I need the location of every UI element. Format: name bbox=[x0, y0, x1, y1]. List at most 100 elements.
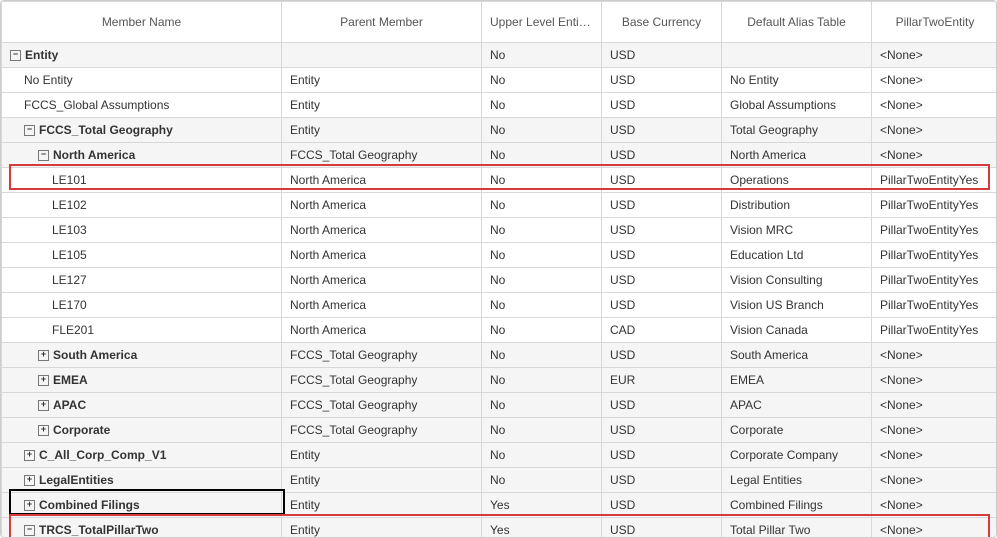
cell-member-name[interactable]: LE127 bbox=[2, 268, 282, 293]
cell-currency[interactable]: USD bbox=[602, 143, 722, 168]
cell-pillar[interactable]: <None> bbox=[872, 418, 997, 443]
table-row[interactable]: +Combined FilingsEntityYesUSDCombined Fi… bbox=[2, 493, 997, 518]
cell-pillar[interactable]: <None> bbox=[872, 118, 997, 143]
table-row[interactable]: −FCCS_Total GeographyEntityNoUSDTotal Ge… bbox=[2, 118, 997, 143]
cell-pillar[interactable]: <None> bbox=[872, 368, 997, 393]
cell-upper[interactable]: No bbox=[482, 318, 602, 343]
cell-currency[interactable]: USD bbox=[602, 493, 722, 518]
cell-member-name[interactable]: LE170 bbox=[2, 293, 282, 318]
table-row[interactable]: +EMEAFCCS_Total GeographyNoEUREMEA<None> bbox=[2, 368, 997, 393]
cell-alias[interactable]: Distribution bbox=[722, 193, 872, 218]
cell-member-name[interactable]: No Entity bbox=[2, 68, 282, 93]
table-row[interactable]: +APACFCCS_Total GeographyNoUSDAPAC<None> bbox=[2, 393, 997, 418]
cell-pillar[interactable]: PillarTwoEntityYes bbox=[872, 318, 997, 343]
cell-alias[interactable]: South America bbox=[722, 343, 872, 368]
cell-parent[interactable]: North America bbox=[282, 318, 482, 343]
cell-alias[interactable]: Vision US Branch bbox=[722, 293, 872, 318]
table-row[interactable]: LE105North AmericaNoUSDEducation LtdPill… bbox=[2, 243, 997, 268]
col-default-alias[interactable]: Default Alias Table bbox=[722, 2, 872, 43]
col-member-name[interactable]: Member Name bbox=[2, 2, 282, 43]
cell-currency[interactable]: USD bbox=[602, 468, 722, 493]
cell-upper[interactable]: No bbox=[482, 468, 602, 493]
cell-pillar[interactable]: PillarTwoEntityYes bbox=[872, 168, 997, 193]
cell-member-name[interactable]: −Entity bbox=[2, 43, 282, 68]
cell-parent[interactable]: North America bbox=[282, 218, 482, 243]
cell-alias[interactable]: Combined Filings bbox=[722, 493, 872, 518]
cell-upper[interactable]: No bbox=[482, 393, 602, 418]
table-row[interactable]: +CorporateFCCS_Total GeographyNoUSDCorpo… bbox=[2, 418, 997, 443]
cell-pillar[interactable]: PillarTwoEntityYes bbox=[872, 268, 997, 293]
collapse-icon[interactable]: − bbox=[10, 50, 21, 61]
cell-member-name[interactable]: FCCS_Global Assumptions bbox=[2, 93, 282, 118]
cell-pillar[interactable]: <None> bbox=[872, 493, 997, 518]
table-row[interactable]: +C_All_Corp_Comp_V1EntityNoUSDCorporate … bbox=[2, 443, 997, 468]
cell-currency[interactable]: USD bbox=[602, 93, 722, 118]
cell-alias[interactable]: No Entity bbox=[722, 68, 872, 93]
col-parent-member[interactable]: Parent Member bbox=[282, 2, 482, 43]
cell-upper[interactable]: No bbox=[482, 293, 602, 318]
cell-member-name[interactable]: +LegalEntities bbox=[2, 468, 282, 493]
cell-alias[interactable]: EMEA bbox=[722, 368, 872, 393]
cell-alias[interactable]: Operations bbox=[722, 168, 872, 193]
cell-pillar[interactable]: PillarTwoEntityYes bbox=[872, 193, 997, 218]
cell-pillar[interactable]: <None> bbox=[872, 343, 997, 368]
cell-pillar[interactable]: <None> bbox=[872, 393, 997, 418]
cell-upper[interactable]: No bbox=[482, 368, 602, 393]
cell-alias[interactable]: Global Assumptions bbox=[722, 93, 872, 118]
cell-pillar[interactable]: PillarTwoEntityYes bbox=[872, 218, 997, 243]
cell-member-name[interactable]: +South America bbox=[2, 343, 282, 368]
cell-member-name[interactable]: +Corporate bbox=[2, 418, 282, 443]
cell-currency[interactable]: USD bbox=[602, 393, 722, 418]
cell-alias[interactable]: Total Pillar Two bbox=[722, 518, 872, 538]
expand-icon[interactable]: + bbox=[24, 450, 35, 461]
cell-member-name[interactable]: +APAC bbox=[2, 393, 282, 418]
cell-parent[interactable]: North America bbox=[282, 193, 482, 218]
cell-pillar[interactable]: <None> bbox=[872, 68, 997, 93]
cell-member-name[interactable]: −FCCS_Total Geography bbox=[2, 118, 282, 143]
cell-currency[interactable]: USD bbox=[602, 268, 722, 293]
table-row[interactable]: −TRCS_TotalPillarTwoEntityYesUSDTotal Pi… bbox=[2, 518, 997, 538]
cell-member-name[interactable]: LE103 bbox=[2, 218, 282, 243]
cell-upper[interactable]: No bbox=[482, 93, 602, 118]
cell-alias[interactable]: Education Ltd bbox=[722, 243, 872, 268]
cell-upper[interactable]: No bbox=[482, 118, 602, 143]
expand-icon[interactable]: + bbox=[38, 425, 49, 436]
cell-alias[interactable]: Vision Consulting bbox=[722, 268, 872, 293]
cell-upper[interactable]: No bbox=[482, 168, 602, 193]
cell-member-name[interactable]: −TRCS_TotalPillarTwo bbox=[2, 518, 282, 538]
cell-parent[interactable]: FCCS_Total Geography bbox=[282, 393, 482, 418]
col-upper-level[interactable]: Upper Level Entity Input bbox=[482, 2, 602, 43]
cell-currency[interactable]: USD bbox=[602, 443, 722, 468]
expand-icon[interactable]: + bbox=[24, 500, 35, 511]
cell-member-name[interactable]: +EMEA bbox=[2, 368, 282, 393]
cell-currency[interactable]: EUR bbox=[602, 368, 722, 393]
cell-upper[interactable]: No bbox=[482, 268, 602, 293]
cell-alias[interactable]: Corporate Company bbox=[722, 443, 872, 468]
cell-currency[interactable]: USD bbox=[602, 418, 722, 443]
cell-currency[interactable]: USD bbox=[602, 168, 722, 193]
cell-pillar[interactable]: <None> bbox=[872, 93, 997, 118]
cell-parent[interactable]: Entity bbox=[282, 518, 482, 538]
cell-parent[interactable]: Entity bbox=[282, 93, 482, 118]
cell-parent[interactable]: North America bbox=[282, 168, 482, 193]
cell-parent[interactable]: Entity bbox=[282, 118, 482, 143]
cell-upper[interactable]: No bbox=[482, 418, 602, 443]
table-row[interactable]: +South AmericaFCCS_Total GeographyNoUSDS… bbox=[2, 343, 997, 368]
table-row[interactable]: FCCS_Global AssumptionsEntityNoUSDGlobal… bbox=[2, 93, 997, 118]
cell-parent[interactable]: North America bbox=[282, 243, 482, 268]
cell-member-name[interactable]: +C_All_Corp_Comp_V1 bbox=[2, 443, 282, 468]
col-base-currency[interactable]: Base Currency bbox=[602, 2, 722, 43]
cell-currency[interactable]: USD bbox=[602, 118, 722, 143]
table-row[interactable]: LE103North AmericaNoUSDVision MRCPillarT… bbox=[2, 218, 997, 243]
cell-parent[interactable]: Entity bbox=[282, 493, 482, 518]
cell-parent[interactable]: FCCS_Total Geography bbox=[282, 143, 482, 168]
cell-upper[interactable]: No bbox=[482, 193, 602, 218]
cell-currency[interactable]: USD bbox=[602, 43, 722, 68]
cell-pillar[interactable]: <None> bbox=[872, 143, 997, 168]
cell-pillar[interactable]: <None> bbox=[872, 43, 997, 68]
cell-pillar[interactable]: <None> bbox=[872, 468, 997, 493]
cell-parent[interactable]: FCCS_Total Geography bbox=[282, 343, 482, 368]
table-row[interactable]: +LegalEntitiesEntityNoUSDLegal Entities<… bbox=[2, 468, 997, 493]
cell-member-name[interactable]: LE105 bbox=[2, 243, 282, 268]
cell-upper[interactable]: No bbox=[482, 343, 602, 368]
